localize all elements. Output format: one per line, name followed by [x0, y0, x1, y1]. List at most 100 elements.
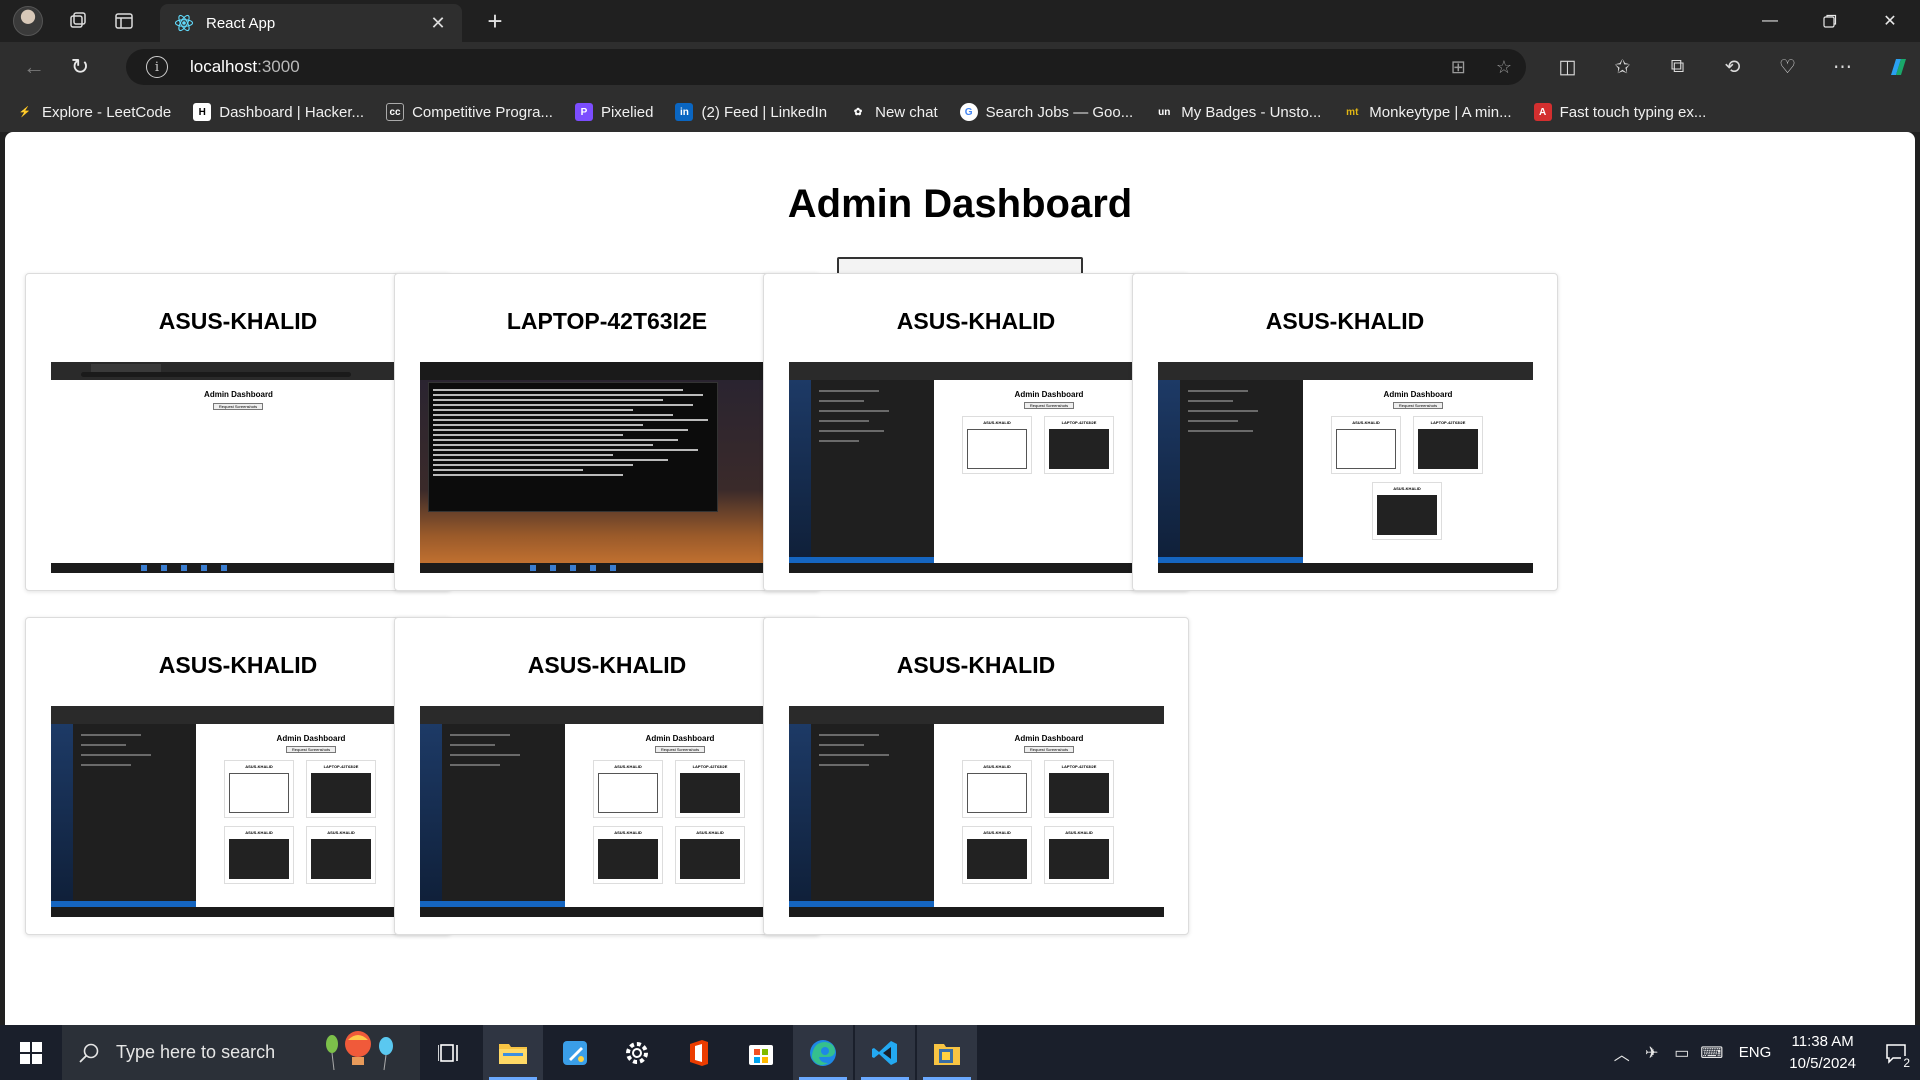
- language-indicator[interactable]: ENG: [1739, 1044, 1772, 1061]
- store-icon: [749, 1044, 773, 1065]
- taskbar-paint[interactable]: [545, 1025, 605, 1080]
- url-text: localhost:3000: [190, 57, 300, 76]
- client-card: ASUS-KHALID Admin Dashboard Request Scre…: [25, 273, 451, 591]
- page-title: Admin Dashboard: [787, 182, 1133, 226]
- notification-count: 2: [1901, 1056, 1912, 1070]
- title-bar: React App ✕ + — ✕: [0, 0, 1920, 42]
- more-menu-icon[interactable]: ⋯: [1815, 56, 1870, 79]
- cc-icon: cc: [386, 103, 405, 121]
- clock-time: 11:38 AM: [1791, 1032, 1854, 1050]
- history-icon[interactable]: ⟲: [1705, 56, 1760, 79]
- paint-icon: [563, 1040, 587, 1065]
- settings-icon: [626, 1041, 648, 1064]
- windows-icon: [20, 1041, 42, 1064]
- taskbar-settings[interactable]: [607, 1025, 667, 1080]
- bookmark-leetcode[interactable]: ⚡ Explore - LeetCode: [16, 103, 171, 121]
- browser-tab[interactable]: React App ✕: [160, 4, 462, 42]
- address-bar[interactable]: i localhost:3000 ⊞ ☆: [126, 49, 1526, 85]
- folder-app-icon: [934, 1043, 960, 1065]
- collections-icon[interactable]: ⧉: [1650, 56, 1705, 78]
- balloons-icon: [326, 1031, 393, 1071]
- bookmarks-bar: ⚡ Explore - LeetCode H Dashboard | Hacker.…: [0, 92, 1920, 132]
- minimize-button[interactable]: —: [1740, 0, 1800, 42]
- taskbar-edge[interactable]: [793, 1025, 853, 1080]
- bookmark-linkedin[interactable]: in (2) Feed | LinkedIn: [675, 103, 827, 121]
- search-placeholder: Type here to search: [116, 1042, 276, 1062]
- profile-avatar[interactable]: [13, 6, 43, 36]
- office-icon: [690, 1039, 708, 1066]
- client-card: ASUS-KHALID Admin Dashboard Request Scre…: [763, 617, 1189, 935]
- airplane-icon[interactable]: ✈: [1637, 1043, 1667, 1063]
- split-screen-icon[interactable]: ◫: [1540, 56, 1595, 79]
- edge-icon: [810, 1039, 836, 1066]
- clock-date: 10/5/2024: [1789, 1054, 1856, 1072]
- client-screenshot: Admin Dashboard Request Screenshots ASUS…: [789, 706, 1164, 917]
- workspaces-icon[interactable]: [67, 10, 89, 32]
- battery-icon[interactable]: ▭: [1667, 1043, 1697, 1063]
- bookmark-typing[interactable]: A Fast touch typing ex...: [1533, 103, 1706, 121]
- typing-icon: A: [1533, 103, 1552, 121]
- bookmark-pixelied[interactable]: P Pixelied: [574, 103, 653, 121]
- leetcode-icon: ⚡: [18, 106, 32, 118]
- hackerrank-icon: H: [193, 103, 212, 121]
- start-button[interactable]: [0, 1025, 62, 1080]
- back-button[interactable]: ←: [14, 49, 54, 85]
- chevron-up-icon[interactable]: ︿: [1607, 1041, 1637, 1065]
- taskbar-search[interactable]: Type here to search: [62, 1025, 420, 1080]
- system-tray: ︿ ✈ ▭ ⌨ ENG 11:38 AM 10/5/2024 2: [1607, 1025, 1920, 1080]
- browser-essentials-icon[interactable]: ♡: [1760, 56, 1815, 79]
- client-screenshot: Admin Dashboard Request Screenshots ASUS…: [1158, 362, 1533, 573]
- bookmark-unstop[interactable]: un My Badges - Unsto...: [1155, 103, 1321, 121]
- refresh-button[interactable]: ↻: [60, 49, 100, 85]
- task-view-icon: [438, 1043, 458, 1062]
- page-viewport: Admin Dashboard Request Screenshots ASUS…: [5, 132, 1915, 1025]
- bookmark-competitive[interactable]: cc Competitive Progra...: [386, 103, 553, 121]
- favorite-star-icon[interactable]: ☆: [1496, 57, 1512, 78]
- client-card: ASUS-KHALID Admin Dashboard Request Scre…: [763, 273, 1189, 591]
- pixelied-icon: P: [574, 103, 593, 121]
- client-name: ASUS-KHALID: [896, 652, 1056, 678]
- openai-icon: ✿: [853, 106, 863, 118]
- bookmark-monkeytype[interactable]: mt Monkeytype | A min...: [1343, 103, 1511, 121]
- client-name: ASUS-KHALID: [158, 308, 318, 334]
- taskbar-folder-app[interactable]: [917, 1025, 977, 1080]
- taskbar-file-explorer[interactable]: [483, 1025, 543, 1080]
- app-available-icon[interactable]: ⊞: [1451, 57, 1466, 78]
- taskbar: Type here to search ︿ ✈ ▭ ⌨ ENG 11:38 AM…: [0, 1025, 1920, 1080]
- bookmark-new-chat[interactable]: ✿ New chat: [849, 103, 938, 121]
- client-name: ASUS-KHALID: [158, 652, 318, 678]
- vertical-tabs-icon[interactable]: [113, 10, 135, 32]
- taskbar-vscode[interactable]: [855, 1025, 915, 1080]
- client-card: LAPTOP-42T63I2E: [394, 273, 820, 591]
- client-name: ASUS-KHALID: [896, 308, 1056, 334]
- bookmark-hackerrank[interactable]: H Dashboard | Hacker...: [193, 103, 364, 121]
- vscode-icon: [872, 1040, 897, 1065]
- close-window-button[interactable]: ✕: [1860, 0, 1920, 42]
- client-screenshot: Admin Dashboard Request Screenshots ASUS…: [420, 706, 795, 917]
- client-screenshot: Admin Dashboard Request Screenshots ASUS…: [51, 706, 426, 917]
- new-tab-button[interactable]: +: [480, 6, 510, 36]
- client-screenshot: Admin Dashboard Request Screenshots ASUS…: [789, 362, 1164, 573]
- clock[interactable]: 11:38 AM 10/5/2024: [1789, 1031, 1856, 1075]
- bookmark-google-jobs[interactable]: G Search Jobs — Goo...: [959, 103, 1133, 121]
- site-info-icon[interactable]: i: [146, 56, 168, 78]
- notifications-button[interactable]: 2: [1872, 1025, 1920, 1080]
- client-name: ASUS-KHALID: [1265, 308, 1425, 334]
- keyboard-icon[interactable]: ⌨: [1697, 1043, 1727, 1063]
- navigation-bar: ← ↻ i localhost:3000 ⊞ ☆ ◫ ✩ ⧉ ⟲ ♡ ⋯: [0, 42, 1920, 92]
- client-card: ASUS-KHALID Admin Dashboard Request Scre…: [394, 617, 820, 935]
- unstop-icon: un: [1158, 106, 1171, 118]
- copilot-icon[interactable]: [1870, 55, 1920, 79]
- react-icon: [174, 14, 194, 32]
- close-tab-icon[interactable]: ✕: [428, 13, 448, 34]
- favorites-icon[interactable]: ✩: [1595, 56, 1650, 79]
- google-icon: G: [959, 103, 978, 121]
- taskbar-office[interactable]: [669, 1025, 729, 1080]
- linkedin-icon: in: [675, 103, 694, 121]
- file-explorer-icon: [499, 1043, 527, 1064]
- restore-button[interactable]: [1800, 0, 1860, 42]
- task-view-button[interactable]: [420, 1025, 480, 1080]
- client-name: ASUS-KHALID: [527, 652, 687, 678]
- monkeytype-icon: mt: [1346, 106, 1359, 118]
- taskbar-store[interactable]: [731, 1025, 791, 1080]
